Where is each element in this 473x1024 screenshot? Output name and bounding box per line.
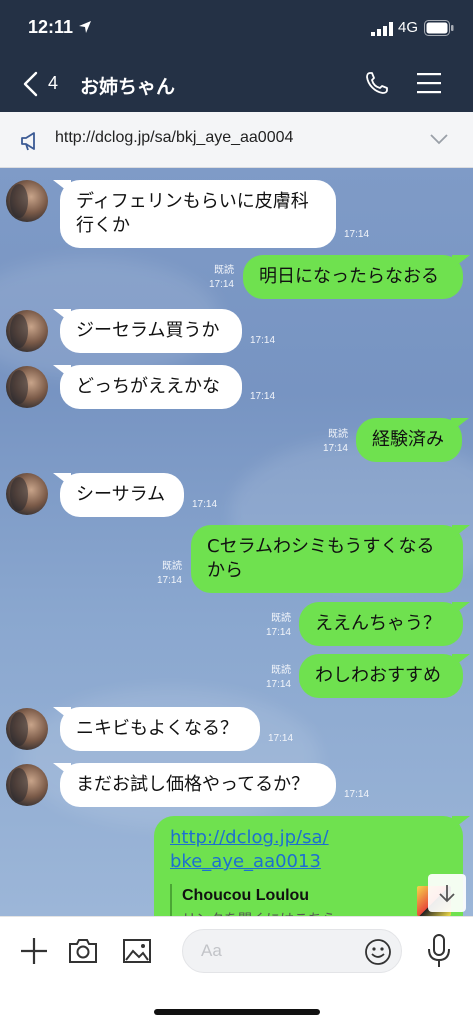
- message-time: 17:14: [344, 789, 370, 800]
- hamburger-menu-icon[interactable]: [417, 72, 441, 94]
- chevron-left-icon: [23, 71, 38, 97]
- chat-area[interactable]: ディフェリンもらいに皮膚科行くか 17:14 既読 17:14 明日になったらな…: [0, 168, 473, 916]
- link-message-bubble[interactable]: http://dclog.jp/sa/ bke_aye_aa0013 Chouc…: [154, 816, 463, 916]
- message-bubble-out[interactable]: わしわおすすめ: [299, 654, 463, 698]
- message-bubble-out[interactable]: ええんちゃう？: [299, 602, 463, 646]
- message-time: 17:14: [192, 499, 218, 510]
- avatar[interactable]: [6, 764, 48, 806]
- chat-header: 4 お姉ちゃん: [0, 56, 473, 112]
- battery-icon: [424, 20, 454, 36]
- link-preview[interactable]: Choucou Loulou リンクを開くにはこちら: [170, 884, 447, 916]
- back-button[interactable]: [22, 68, 70, 100]
- message-input-bar: [0, 916, 473, 1024]
- status-time: 12:11: [28, 17, 74, 37]
- message-time: 17:14: [344, 229, 370, 240]
- message-bubble-out[interactable]: Cセラムわシミもうすくなるから: [191, 525, 463, 593]
- unread-count: 4: [48, 73, 59, 93]
- signal-icon: [371, 22, 393, 36]
- message-time: 17:14: [322, 443, 348, 454]
- read-receipt: 既読: [328, 429, 348, 440]
- arrow-down-icon: [439, 885, 455, 903]
- avatar[interactable]: [6, 708, 48, 750]
- link-preview-title: Choucou Loulou: [182, 887, 310, 904]
- status-bar: 12:11 4G: [0, 0, 473, 56]
- message-time: 17:14: [250, 391, 276, 402]
- message-bubble-in[interactable]: まだお試し価格やってるか？: [60, 763, 336, 807]
- link-url-line1[interactable]: http://dclog.jp/sa/: [170, 826, 447, 850]
- link-url-line2[interactable]: bke_aye_aa0013: [170, 850, 447, 874]
- message-bubble-in[interactable]: ニキビもよくなる？: [60, 707, 260, 751]
- chevron-down-icon[interactable]: [430, 132, 448, 146]
- home-indicator: [154, 1009, 320, 1015]
- avatar[interactable]: [6, 310, 48, 352]
- megaphone-icon: [21, 132, 35, 151]
- image-icon[interactable]: [121, 935, 153, 967]
- camera-icon[interactable]: [67, 935, 99, 967]
- read-receipt: 既読: [271, 665, 291, 676]
- message-bubble-in[interactable]: シーサラム: [60, 473, 184, 517]
- avatar[interactable]: [6, 473, 48, 515]
- message-time: 17:14: [265, 679, 291, 690]
- read-receipt: 既読: [162, 561, 182, 572]
- location-arrow-icon: [79, 21, 91, 33]
- message-time: 17:14: [265, 627, 291, 638]
- scroll-to-bottom-button[interactable]: [428, 874, 466, 912]
- read-receipt: 既読: [214, 265, 234, 276]
- announcement-text: http://dclog.jp/sa/bkj_aye_aa0004: [55, 129, 294, 146]
- announcement-bar[interactable]: http://dclog.jp/sa/bkj_aye_aa0004: [0, 112, 473, 168]
- plus-icon[interactable]: [18, 935, 50, 967]
- message-bubble-out[interactable]: 明日になったらなおる: [243, 255, 463, 299]
- avatar[interactable]: [6, 366, 48, 408]
- top-bar: 12:11 4G 4 お姉ちゃん: [0, 0, 473, 112]
- message-time: 17:14: [156, 575, 182, 586]
- message-time: 17:14: [208, 279, 234, 290]
- message-bubble-in[interactable]: ジーセラム買うか: [60, 309, 242, 353]
- phone-icon[interactable]: [364, 70, 390, 96]
- chat-title: お姉ちゃん: [80, 76, 176, 98]
- message-time: 17:14: [268, 733, 294, 744]
- message-bubble-out[interactable]: 経験済み: [356, 418, 462, 462]
- message-bubble-in[interactable]: どっちがええかな: [60, 365, 242, 409]
- link-preview-description: リンクを開くにはこちら: [182, 908, 447, 916]
- network-type: 4G: [398, 19, 419, 36]
- message-bubble-in[interactable]: ディフェリンもらいに皮膚科行くか: [60, 180, 336, 248]
- avatar[interactable]: [6, 180, 48, 222]
- message-time: 17:14: [250, 335, 276, 346]
- emoji-icon[interactable]: [364, 938, 392, 966]
- microphone-icon[interactable]: [425, 933, 453, 969]
- read-receipt: 既読: [271, 613, 291, 624]
